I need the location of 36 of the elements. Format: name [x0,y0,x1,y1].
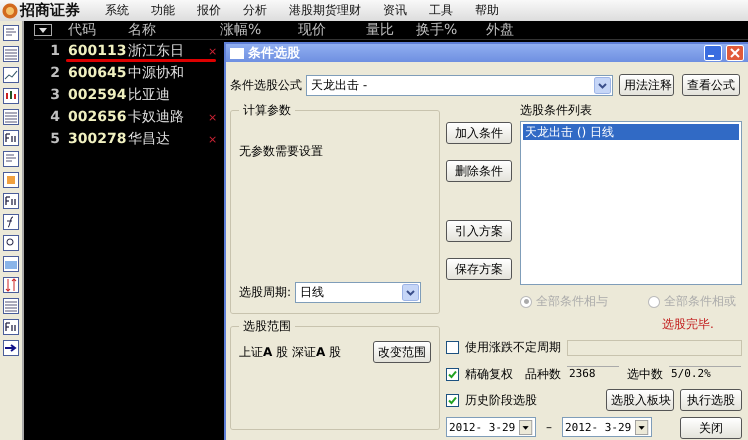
checkbox-label: 历史阶段选股 [465,392,537,408]
count-label: 品种数 [525,366,561,383]
stock-name: 华昌达 [128,130,171,148]
period-label: 选股周期: [239,284,292,301]
stock-code: 300278 [68,131,128,147]
list-label: 选股条件列表 [520,102,593,119]
radio-label: 全部条件相与 [536,293,608,310]
stock-name: 卡奴迪路 [128,108,185,126]
picked-label: 选中数 [627,366,663,383]
stock-code: 002656 [68,109,128,125]
mark-symbol: × [208,110,218,124]
mark-symbol: × [208,44,218,58]
stock-code: 002594 [68,87,128,103]
stock-code: 600113 [68,43,128,59]
stock-name: 比亚迪 [128,86,171,104]
status-text: 选股完毕. [662,316,714,333]
row-index: 4 [49,109,60,125]
radio-label: 全部条件相或 [664,293,736,310]
mark-symbol: × [208,132,218,146]
row-index: 1 [49,43,60,59]
stock-code: 600645 [68,65,128,81]
stock-name: 浙江东日 [128,42,185,60]
row-index: 3 [49,87,60,103]
group-title: 计算参数 [242,102,292,119]
checkbox-label: 精确复权 [465,366,513,383]
row-index: 2 [49,65,60,81]
checkbox-label: 使用涨跌不定周期 [465,339,561,356]
date-separator: – [546,420,552,434]
row-index: 5 [49,131,60,147]
range-text: 上证A 股 深证A 股 [239,344,342,360]
formula-label: 条件选股公式 [230,76,302,94]
params-message: 无参数需要设置 [239,143,324,160]
stock-name: 中源协和 [128,64,185,82]
dialog-title: 条件选股 [248,45,301,62]
group-title: 选股范围 [242,318,292,335]
app-logo-text: 招商证券 [20,1,80,20]
